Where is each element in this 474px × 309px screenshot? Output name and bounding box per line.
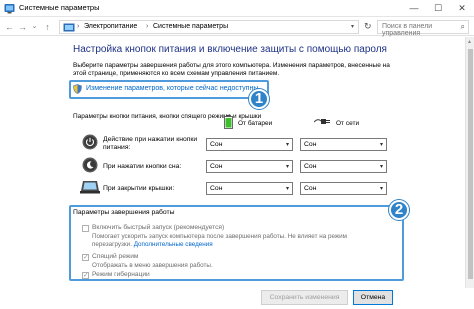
sleep-button-action-label: При нажатии кнопки сна: bbox=[103, 163, 182, 170]
chevron-down-icon: ▾ bbox=[379, 142, 383, 148]
control-panel-folder-icon bbox=[63, 23, 75, 32]
lid-close-action-label: При закрытии крышки: bbox=[103, 185, 175, 192]
checkmark-icon: ✓ bbox=[83, 254, 89, 261]
power-button-plugged-value: Сон bbox=[304, 141, 317, 148]
sleep-description: Отображать в меню завершения работы. bbox=[92, 262, 213, 269]
address-bar: ← → ⌄ ↑ › Электропитание › Системные пар… bbox=[0, 18, 474, 37]
breadcrumb-power-options[interactable]: Электропитание bbox=[84, 23, 137, 30]
maximize-button[interactable]: ☐ bbox=[426, 0, 450, 16]
shutdown-settings-title: Параметры завершения работы bbox=[73, 209, 175, 216]
power-button-battery-value: Сон bbox=[210, 141, 223, 148]
breadcrumb-system-settings[interactable]: Системные параметры bbox=[153, 23, 228, 30]
chevron-down-icon: ▾ bbox=[379, 164, 383, 170]
chevron-down-icon: ▾ bbox=[379, 186, 383, 192]
back-button[interactable]: ← bbox=[4, 21, 15, 33]
power-button-action-label: Действие при нажатии кнопки питания: bbox=[103, 136, 198, 151]
power-plug-icon bbox=[314, 119, 330, 124]
cancel-button[interactable]: Отмена bbox=[353, 290, 393, 305]
vertical-scrollbar[interactable]: ▲ ▼ bbox=[465, 37, 474, 309]
page-title: Настройка кнопок питания и включение защ… bbox=[73, 44, 387, 55]
window-title: Системные параметры bbox=[19, 3, 100, 12]
save-changes-button[interactable]: Сохранить изменения bbox=[261, 290, 348, 305]
power-button-icon bbox=[82, 134, 98, 150]
fast-startup-checkbox[interactable] bbox=[82, 225, 89, 232]
checkmark-icon: ✓ bbox=[83, 272, 89, 279]
page-description: Выберите параметры завершения работы для… bbox=[73, 62, 390, 77]
forward-button[interactable]: → bbox=[17, 21, 28, 33]
chevron-down-icon: ▾ bbox=[285, 164, 289, 170]
lid-close-battery-value: Сон bbox=[210, 185, 223, 192]
minimize-button[interactable]: — bbox=[402, 0, 426, 16]
scrollbar-thumb[interactable] bbox=[468, 49, 473, 279]
footer-bar bbox=[0, 288, 474, 309]
plugged-in-column-header: От сети bbox=[336, 120, 360, 127]
refresh-icon[interactable]: ↻ bbox=[364, 21, 372, 32]
power-buttons-section-label: Параметры кнопки питания, кнопки спящего… bbox=[73, 113, 262, 120]
chevron-down-icon: ▾ bbox=[285, 142, 289, 148]
uac-shield-icon bbox=[73, 84, 82, 94]
fast-startup-description-text: Помогает ускорить запуск компьютера посл… bbox=[92, 233, 347, 248]
breadcrumb-separator: › bbox=[146, 23, 149, 30]
sleep-button-icon bbox=[82, 157, 98, 173]
sleep-label: Спящий режим bbox=[92, 253, 139, 260]
recent-locations-button[interactable]: ⌄ bbox=[29, 21, 40, 33]
more-info-link[interactable]: Дополнительные сведения bbox=[134, 241, 213, 248]
step-badge-1: 1 bbox=[249, 89, 269, 109]
power-button-battery-select[interactable]: Сон ▾ bbox=[206, 138, 293, 151]
lid-close-battery-select[interactable]: Сон ▾ bbox=[206, 182, 293, 195]
sleep-button-battery-select[interactable]: Сон ▾ bbox=[206, 160, 293, 173]
control-panel-icon bbox=[4, 4, 15, 14]
laptop-lid-icon bbox=[80, 181, 100, 194]
lid-close-plugged-value: Сон bbox=[304, 185, 317, 192]
fast-startup-description: Помогает ускорить запуск компьютера посл… bbox=[92, 233, 372, 249]
address-dropdown-icon[interactable]: ▾ bbox=[351, 23, 354, 30]
search-icon[interactable]: ⌕ bbox=[461, 22, 465, 32]
sleep-button-battery-value: Сон bbox=[210, 163, 223, 170]
hibernate-label: Режим гибернации bbox=[92, 271, 150, 278]
fast-startup-label: Включить быстрый запуск (рекомендуется) bbox=[92, 224, 225, 231]
on-battery-column-header: От батареи bbox=[238, 120, 273, 127]
scroll-up-icon[interactable]: ▲ bbox=[467, 39, 472, 45]
battery-icon bbox=[224, 115, 233, 129]
chevron-down-icon: ▾ bbox=[285, 186, 289, 192]
up-button[interactable]: ↑ bbox=[42, 21, 53, 33]
search-box[interactable]: Поиск в панели управления ⌕ bbox=[377, 20, 469, 37]
breadcrumb-separator: › bbox=[77, 23, 80, 30]
close-button[interactable]: ✕ bbox=[450, 0, 474, 16]
address-field[interactable]: › Электропитание › Системные параметры ▾ bbox=[59, 20, 359, 34]
title-bar: Системные параметры — ☐ ✕ bbox=[0, 0, 474, 17]
sleep-checkbox[interactable]: ✓ bbox=[82, 254, 89, 261]
sleep-button-plugged-value: Сон bbox=[304, 163, 317, 170]
step-badge-2: 2 bbox=[389, 200, 409, 220]
search-placeholder: Поиск в панели управления bbox=[382, 23, 433, 37]
change-unavailable-settings-link[interactable]: Изменение параметров, которые сейчас нед… bbox=[86, 85, 258, 92]
lid-close-plugged-select[interactable]: Сон ▾ bbox=[300, 182, 387, 195]
sleep-button-plugged-select[interactable]: Сон ▾ bbox=[300, 160, 387, 173]
hibernate-checkbox[interactable]: ✓ bbox=[82, 272, 89, 279]
power-button-plugged-select[interactable]: Сон ▾ bbox=[300, 138, 387, 151]
